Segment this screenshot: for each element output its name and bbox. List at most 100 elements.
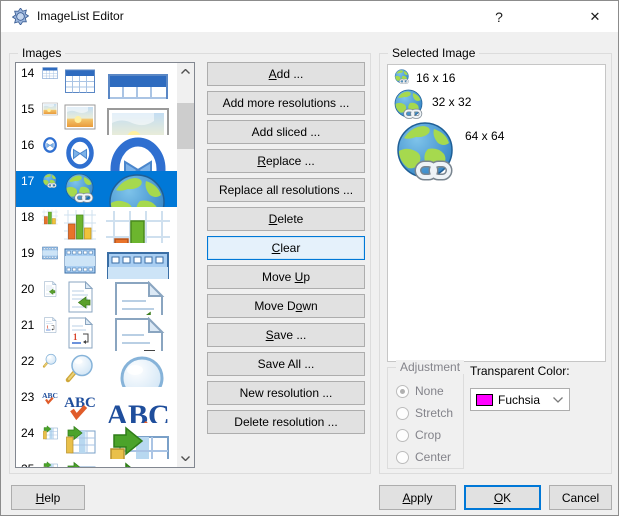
adjustment-group-label: Adjustment — [396, 360, 464, 374]
bar-chart-icon — [106, 209, 170, 243]
move-up-button[interactable]: Move Up — [207, 265, 365, 289]
image-list-row-19[interactable]: 19 — [16, 243, 177, 279]
image-list-row-23[interactable]: 23 — [16, 387, 177, 423]
row-number: 20 — [21, 282, 34, 296]
add-button[interactable]: Add ... — [207, 62, 365, 86]
window-title: ImageList Editor — [37, 9, 124, 23]
preview-size-label: 16 x 16 — [416, 71, 455, 85]
preview-size-label: 64 x 64 — [465, 129, 504, 143]
titlebar[interactable]: ImageList Editor ? ✕ — [1, 1, 618, 32]
row-number: 14 — [21, 66, 34, 80]
image-list-row-17[interactable]: 17 — [16, 171, 177, 207]
scroll-down-icon[interactable] — [177, 450, 194, 467]
insert-column-icon — [64, 461, 96, 468]
image-list-row-15[interactable]: 15 — [16, 99, 177, 135]
radio-button-icon — [396, 429, 409, 442]
adjustment-group: Adjustment None Stretch Crop Center — [387, 367, 464, 469]
row-number: 24 — [21, 426, 34, 440]
radio-none[interactable]: None — [396, 384, 444, 398]
table-icon — [106, 65, 170, 99]
apply-button[interactable]: Apply — [379, 485, 456, 510]
globe-link-icon — [64, 173, 96, 205]
image-list-row-16[interactable]: 16 — [16, 135, 177, 171]
list-scrollbar[interactable] — [177, 63, 194, 467]
globe-link-icon — [42, 173, 58, 189]
spell-check-icon — [42, 389, 58, 405]
bar-chart-icon — [42, 209, 58, 225]
radio-label: Crop — [415, 428, 441, 442]
scroll-up-icon[interactable] — [177, 63, 194, 80]
radio-crop[interactable]: Crop — [396, 428, 441, 442]
delete-button[interactable]: Delete — [207, 207, 365, 231]
radio-center[interactable]: Center — [396, 450, 451, 464]
radio-stretch[interactable]: Stretch — [396, 406, 453, 420]
insert-column-icon — [106, 425, 170, 459]
globe-link-icon — [393, 89, 425, 121]
preview-size-label: 32 x 32 — [432, 95, 471, 109]
globe-link-icon — [106, 173, 170, 207]
bar-chart-icon — [64, 209, 96, 241]
film-strip-icon — [106, 245, 170, 279]
move-down-button[interactable]: Move Down — [207, 294, 365, 318]
ring-icon — [64, 137, 96, 169]
replace-button[interactable]: Replace ... — [207, 149, 365, 173]
replace-all-resolutions-button[interactable]: Replace all resolutions ... — [207, 178, 365, 202]
image-list-row-25[interactable]: 25 — [16, 459, 177, 468]
action-button-column: Add ... Add more resolutions ... Add slice… — [207, 62, 365, 439]
radio-button-icon — [396, 451, 409, 464]
insert-column-icon — [64, 425, 96, 457]
selected-image-preview: 16 x 16 32 x 32 64 x 64 — [387, 64, 606, 362]
document-import-icon — [106, 281, 170, 315]
table-icon — [42, 65, 58, 81]
picture-icon — [106, 101, 170, 135]
row-number: 21 — [21, 318, 34, 332]
imagelist-editor-dialog: ImageList Editor ? ✕ Images 14 15 16 17 18 19… — [0, 0, 619, 516]
selected-image-group-label: Selected Image — [388, 46, 479, 60]
radio-label: Stretch — [415, 406, 453, 420]
row-number: 16 — [21, 138, 34, 152]
clear-button[interactable]: Clear — [207, 236, 365, 260]
image-list-row-21[interactable]: 21 — [16, 315, 177, 351]
film-strip-icon — [64, 245, 96, 277]
row-number: 25 — [21, 462, 34, 468]
globe-link-icon — [394, 121, 458, 185]
titlebar-help-button[interactable]: ? — [476, 1, 522, 32]
image-list-row-22[interactable]: 22 — [16, 351, 177, 387]
cancel-button[interactable]: Cancel — [549, 485, 612, 510]
help-button[interactable]: Help — [11, 485, 85, 510]
row-number: 19 — [21, 246, 34, 260]
delete-resolution-button[interactable]: Delete resolution ... — [207, 410, 365, 434]
scrollbar-thumb[interactable] — [177, 103, 194, 149]
close-icon[interactable]: ✕ — [572, 1, 618, 32]
transparent-color-select[interactable]: Fuchsia — [470, 388, 570, 411]
transparent-color-label: Transparent Color: — [470, 364, 570, 378]
magnifier-icon — [106, 353, 170, 387]
magnifier-icon — [42, 353, 58, 369]
imagelist-editor-icon — [12, 8, 29, 25]
image-list-row-20[interactable]: 20 — [16, 279, 177, 315]
picture-icon — [42, 101, 58, 117]
image-list-row-24[interactable]: 24 — [16, 423, 177, 459]
image-list-row-18[interactable]: 18 — [16, 207, 177, 243]
images-group-label: Images — [18, 46, 65, 60]
ring-icon — [106, 137, 170, 171]
add-more-resolutions-button[interactable]: Add more resolutions ... — [207, 91, 365, 115]
save-button[interactable]: Save ... — [207, 323, 365, 347]
ring-icon — [42, 137, 58, 153]
save-all-button[interactable]: Save All ... — [207, 352, 365, 376]
insert-column-icon — [106, 461, 170, 468]
insert-column-icon — [42, 425, 58, 441]
spell-check-icon — [106, 389, 170, 423]
new-resolution-button[interactable]: New resolution ... — [207, 381, 365, 405]
image-list[interactable]: 14 15 16 17 18 19 20 21 22 23 24 25 — [15, 62, 195, 468]
row-number: 23 — [21, 390, 34, 404]
image-list-row-14[interactable]: 14 — [16, 63, 177, 99]
document-import-icon — [64, 281, 96, 313]
row-number: 17 — [21, 174, 34, 188]
radio-label: Center — [415, 450, 451, 464]
color-swatch — [476, 394, 493, 406]
ok-button[interactable]: OK — [464, 485, 541, 510]
add-sliced-button[interactable]: Add sliced ... — [207, 120, 365, 144]
table-icon — [64, 65, 96, 97]
magnifier-icon — [64, 353, 96, 385]
